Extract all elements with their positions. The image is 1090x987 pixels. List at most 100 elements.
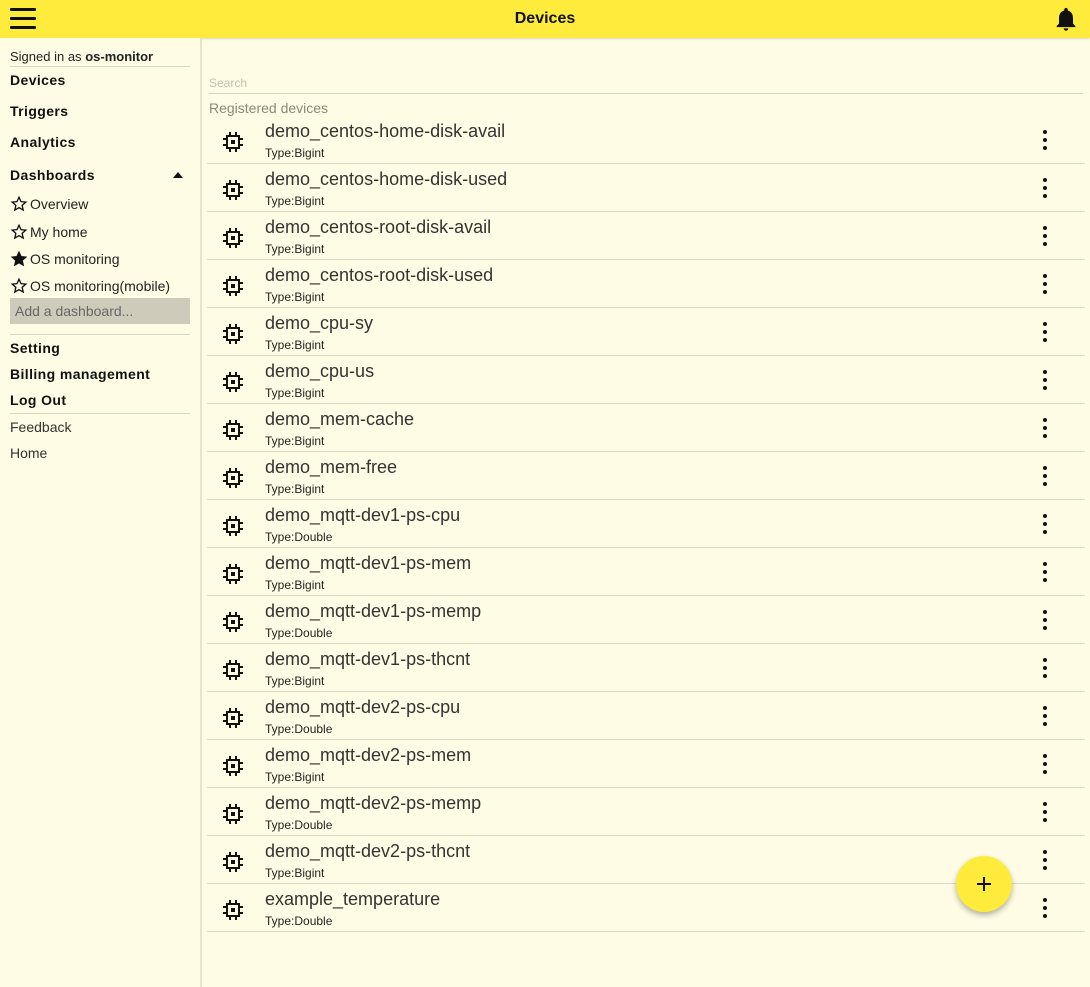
more-vert-icon[interactable] bbox=[1033, 608, 1057, 632]
device-type: Type:Bigint bbox=[265, 146, 325, 160]
device-type: Type:Double bbox=[265, 818, 333, 832]
more-vert-icon[interactable] bbox=[1033, 224, 1057, 248]
dashboard-label: My home bbox=[30, 224, 88, 240]
device-row[interactable]: demo_mqtt-dev2-ps-thcnt Type:Bigint bbox=[207, 836, 1085, 884]
dashboard-label: Overview bbox=[30, 196, 89, 212]
more-vert-icon[interactable] bbox=[1033, 752, 1057, 776]
nav-home[interactable]: Home bbox=[10, 445, 47, 461]
device-type: Type:Double bbox=[265, 914, 333, 928]
device-type: Type:Double bbox=[265, 530, 333, 544]
device-name: demo_mqtt-dev2-ps-cpu bbox=[265, 697, 461, 717]
device-name: demo_mqtt-dev1-ps-cpu bbox=[265, 505, 461, 525]
device-name: demo_centos-root-disk-used bbox=[265, 265, 494, 285]
device-name: demo_mqtt-dev1-ps-memp bbox=[265, 601, 482, 621]
device-row[interactable]: demo_mem-cache Type:Bigint bbox=[207, 404, 1085, 452]
chip-icon bbox=[223, 180, 243, 200]
device-row[interactable]: demo_mqtt-dev1-ps-cpu Type:Double bbox=[207, 500, 1085, 548]
add-device-button[interactable] bbox=[956, 856, 1012, 912]
more-vert-icon[interactable] bbox=[1033, 272, 1057, 296]
device-row[interactable]: demo_mqtt-dev1-ps-mem Type:Bigint bbox=[207, 548, 1085, 596]
nav-devices[interactable]: Devices bbox=[10, 72, 66, 88]
sidebar: Signed in as os-monitor Devices Triggers… bbox=[0, 38, 202, 987]
more-vert-icon[interactable] bbox=[1033, 368, 1057, 392]
device-name: example_temperature bbox=[265, 889, 441, 909]
star-outline-icon bbox=[10, 195, 28, 212]
device-name: demo_mqtt-dev2-ps-thcnt bbox=[265, 841, 471, 861]
more-vert-icon[interactable] bbox=[1033, 848, 1057, 872]
collapse-caret-icon[interactable] bbox=[173, 172, 183, 178]
plus-icon bbox=[977, 877, 991, 891]
device-name: demo_cpu-us bbox=[265, 361, 375, 381]
device-type: Type:Double bbox=[265, 722, 333, 736]
device-type: Type:Bigint bbox=[265, 866, 325, 880]
device-list: demo_centos-home-disk-avail Type:Bigint de… bbox=[207, 116, 1085, 932]
device-name: demo_cpu-sy bbox=[265, 313, 374, 333]
device-row[interactable]: demo_mqtt-dev1-ps-thcnt Type:Bigint bbox=[207, 644, 1085, 692]
nav-billing-management[interactable]: Billing management bbox=[10, 366, 150, 382]
chip-icon bbox=[223, 420, 243, 440]
more-vert-icon[interactable] bbox=[1033, 704, 1057, 728]
dashboard-item-my-home[interactable]: My home bbox=[10, 223, 88, 241]
nav-feedback[interactable]: Feedback bbox=[10, 419, 71, 435]
divider bbox=[10, 334, 190, 335]
top-app-bar: Devices bbox=[0, 0, 1090, 38]
dashboard-item-os-monitoring[interactable]: OS monitoring bbox=[10, 250, 119, 268]
chip-icon bbox=[223, 324, 243, 344]
more-vert-icon[interactable] bbox=[1033, 176, 1057, 200]
device-name: demo_centos-root-disk-avail bbox=[265, 217, 492, 237]
chip-icon bbox=[223, 900, 243, 920]
chip-icon bbox=[223, 852, 243, 872]
device-name: demo_mem-free bbox=[265, 457, 398, 477]
device-type: Type:Bigint bbox=[265, 338, 325, 352]
nav-log-out[interactable]: Log Out bbox=[10, 392, 66, 408]
more-vert-icon[interactable] bbox=[1033, 512, 1057, 536]
nav-analytics[interactable]: Analytics bbox=[10, 134, 76, 150]
more-vert-icon[interactable] bbox=[1033, 128, 1057, 152]
divider bbox=[10, 413, 190, 414]
chip-icon bbox=[223, 804, 243, 824]
device-row[interactable]: demo_mqtt-dev2-ps-memp Type:Double bbox=[207, 788, 1085, 836]
section-label: Registered devices bbox=[209, 100, 329, 116]
more-vert-icon[interactable] bbox=[1033, 320, 1057, 344]
device-row[interactable]: demo_mqtt-dev2-ps-cpu Type:Double bbox=[207, 692, 1085, 740]
device-row[interactable]: demo_centos-home-disk-used Type:Bigint bbox=[207, 164, 1085, 212]
device-row[interactable]: demo_centos-root-disk-used Type:Bigint bbox=[207, 260, 1085, 308]
dashboard-item-os-monitoring-mobile[interactable]: OS monitoring(mobile) bbox=[10, 277, 170, 295]
chip-icon bbox=[223, 708, 243, 728]
device-row[interactable]: demo_cpu-us Type:Bigint bbox=[207, 356, 1085, 404]
device-name: demo_centos-home-disk-avail bbox=[265, 121, 506, 141]
more-vert-icon[interactable] bbox=[1033, 656, 1057, 680]
device-type: Type:Bigint bbox=[265, 578, 325, 592]
more-vert-icon[interactable] bbox=[1033, 896, 1057, 920]
device-row[interactable]: demo_mem-free Type:Bigint bbox=[207, 452, 1085, 500]
device-type: Type:Bigint bbox=[265, 386, 325, 400]
device-row[interactable]: demo_centos-root-disk-avail Type:Bigint bbox=[207, 212, 1085, 260]
nav-triggers[interactable]: Triggers bbox=[10, 103, 68, 119]
device-name: demo_mqtt-dev1-ps-thcnt bbox=[265, 649, 471, 669]
chip-icon bbox=[223, 372, 243, 392]
username: os-monitor bbox=[85, 49, 154, 64]
device-row[interactable]: demo_mqtt-dev2-ps-mem Type:Bigint bbox=[207, 740, 1085, 788]
more-vert-icon[interactable] bbox=[1033, 416, 1057, 440]
add-dashboard-input[interactable] bbox=[10, 298, 190, 324]
nav-dashboards[interactable]: Dashboards bbox=[10, 167, 95, 183]
device-row[interactable]: demo_mqtt-dev1-ps-memp Type:Double bbox=[207, 596, 1085, 644]
chip-icon bbox=[223, 612, 243, 632]
device-type: Type:Bigint bbox=[265, 194, 325, 208]
chip-icon bbox=[223, 564, 243, 584]
more-vert-icon[interactable] bbox=[1033, 560, 1057, 584]
search-input[interactable] bbox=[209, 72, 1083, 94]
more-vert-icon[interactable] bbox=[1033, 800, 1057, 824]
more-vert-icon[interactable] bbox=[1033, 464, 1057, 488]
dashboard-label: OS monitoring(mobile) bbox=[30, 278, 171, 294]
device-name: demo_mem-cache bbox=[265, 409, 415, 429]
dashboard-item-overview[interactable]: Overview bbox=[10, 195, 88, 213]
device-row[interactable]: demo_cpu-sy Type:Bigint bbox=[207, 308, 1085, 356]
device-type: Type:Bigint bbox=[265, 290, 325, 304]
device-row[interactable]: example_temperature Type:Double bbox=[207, 884, 1085, 932]
device-type: Type:Bigint bbox=[265, 674, 325, 688]
nav-setting[interactable]: Setting bbox=[10, 340, 60, 356]
bell-icon[interactable] bbox=[1052, 5, 1080, 33]
device-type: Type:Bigint bbox=[265, 434, 325, 448]
device-row[interactable]: demo_centos-home-disk-avail Type:Bigint bbox=[207, 116, 1085, 164]
